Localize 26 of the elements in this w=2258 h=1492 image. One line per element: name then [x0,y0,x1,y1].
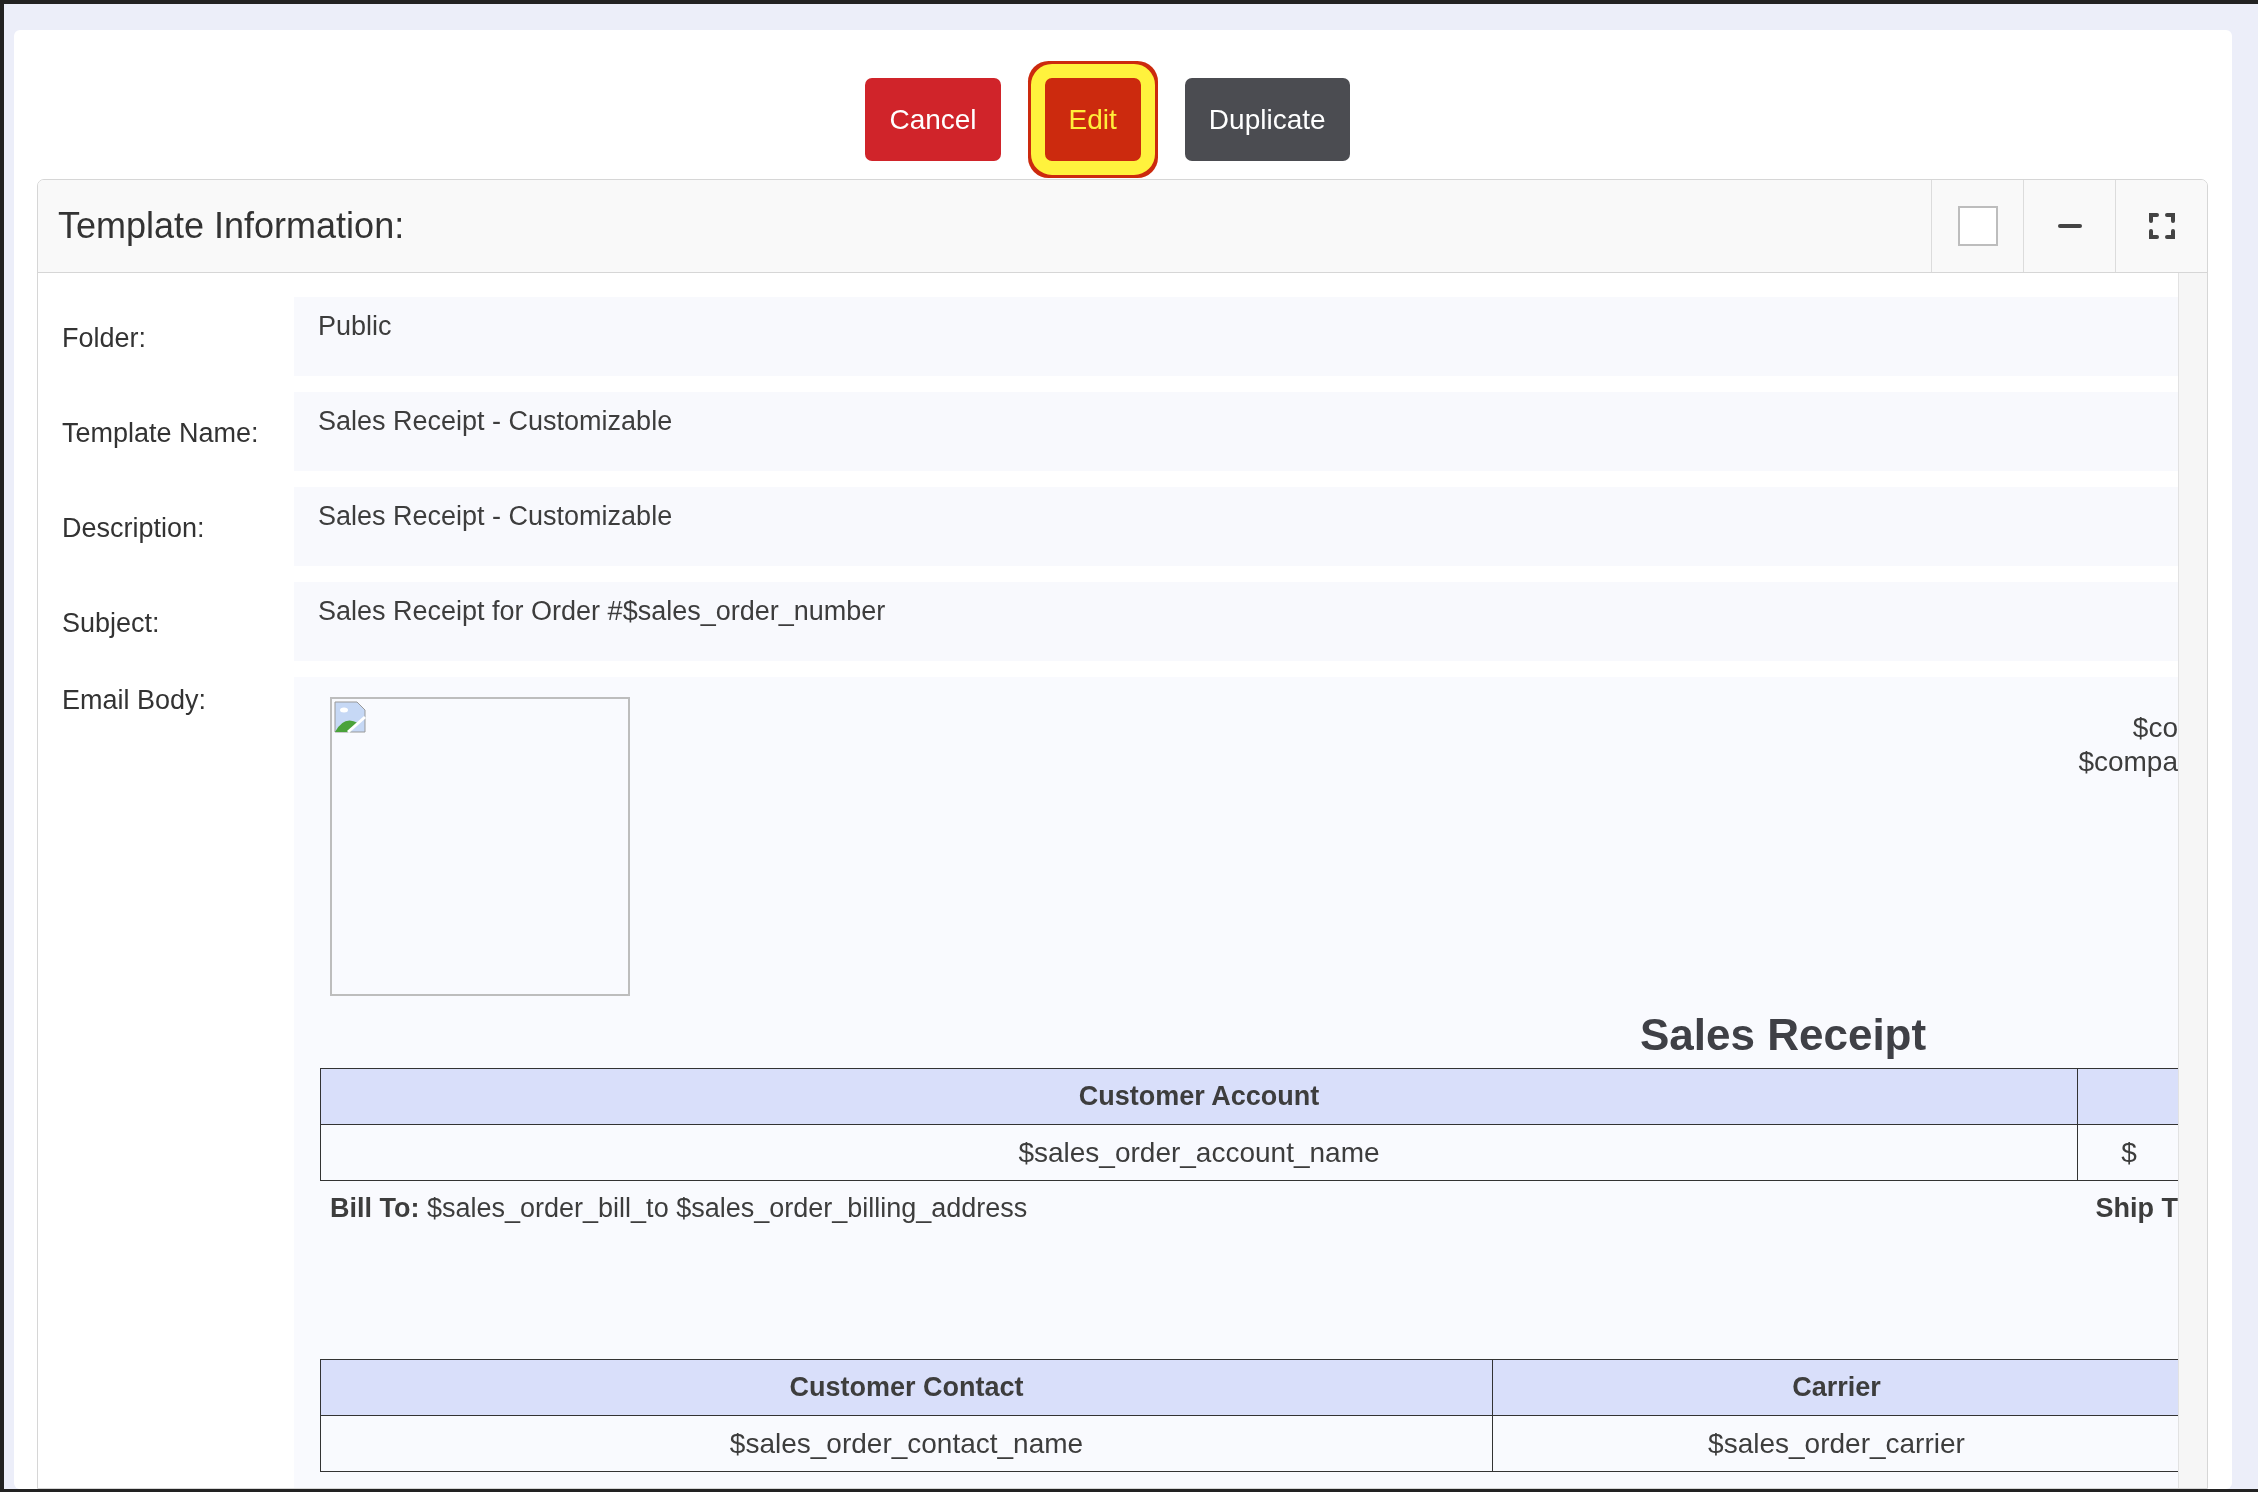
column-header: Customer Account [320,1068,2078,1125]
square-icon [1957,206,1998,246]
receipt-heading: Sales Receipt [1640,1010,1927,1059]
field-value: Sales Receipt - Customizable [294,392,2178,471]
field-value: Sales Receipt for Order #$sales_order_number [294,582,2178,661]
action-button[interactable]: Cancel [865,78,1001,161]
ship-to-label: Ship T [2095,1193,2178,1225]
field-label: Template Name: [61,417,260,450]
company-text: $co [2132,711,2178,745]
action-button[interactable]: Duplicate [1184,78,1350,161]
broken-image-icon [334,701,366,733]
bill-to-text: Bill To: $sales_order_bill_to $sales_order_billing_address [330,1193,1028,1225]
minus-icon [2057,224,2082,228]
field-value: Public [294,297,2178,376]
panel-title: Template Information: [57,205,406,247]
table-cell: $sales_order_account_name [320,1124,2078,1181]
field-label: Subject: [61,607,161,640]
field-value: Sales Receipt - Customizable [294,487,2178,566]
expand-icon [2148,213,2175,239]
company-text: $compa [2078,745,2178,779]
table-cell: $sales_order_contact_name [320,1415,1493,1472]
field-label: Folder: [61,322,148,355]
column-header: Carrier [1492,1359,2178,1416]
field-label: Email Body: [61,684,208,717]
column-header: Customer Contact [320,1359,1493,1416]
field-label: Description: [61,512,206,545]
